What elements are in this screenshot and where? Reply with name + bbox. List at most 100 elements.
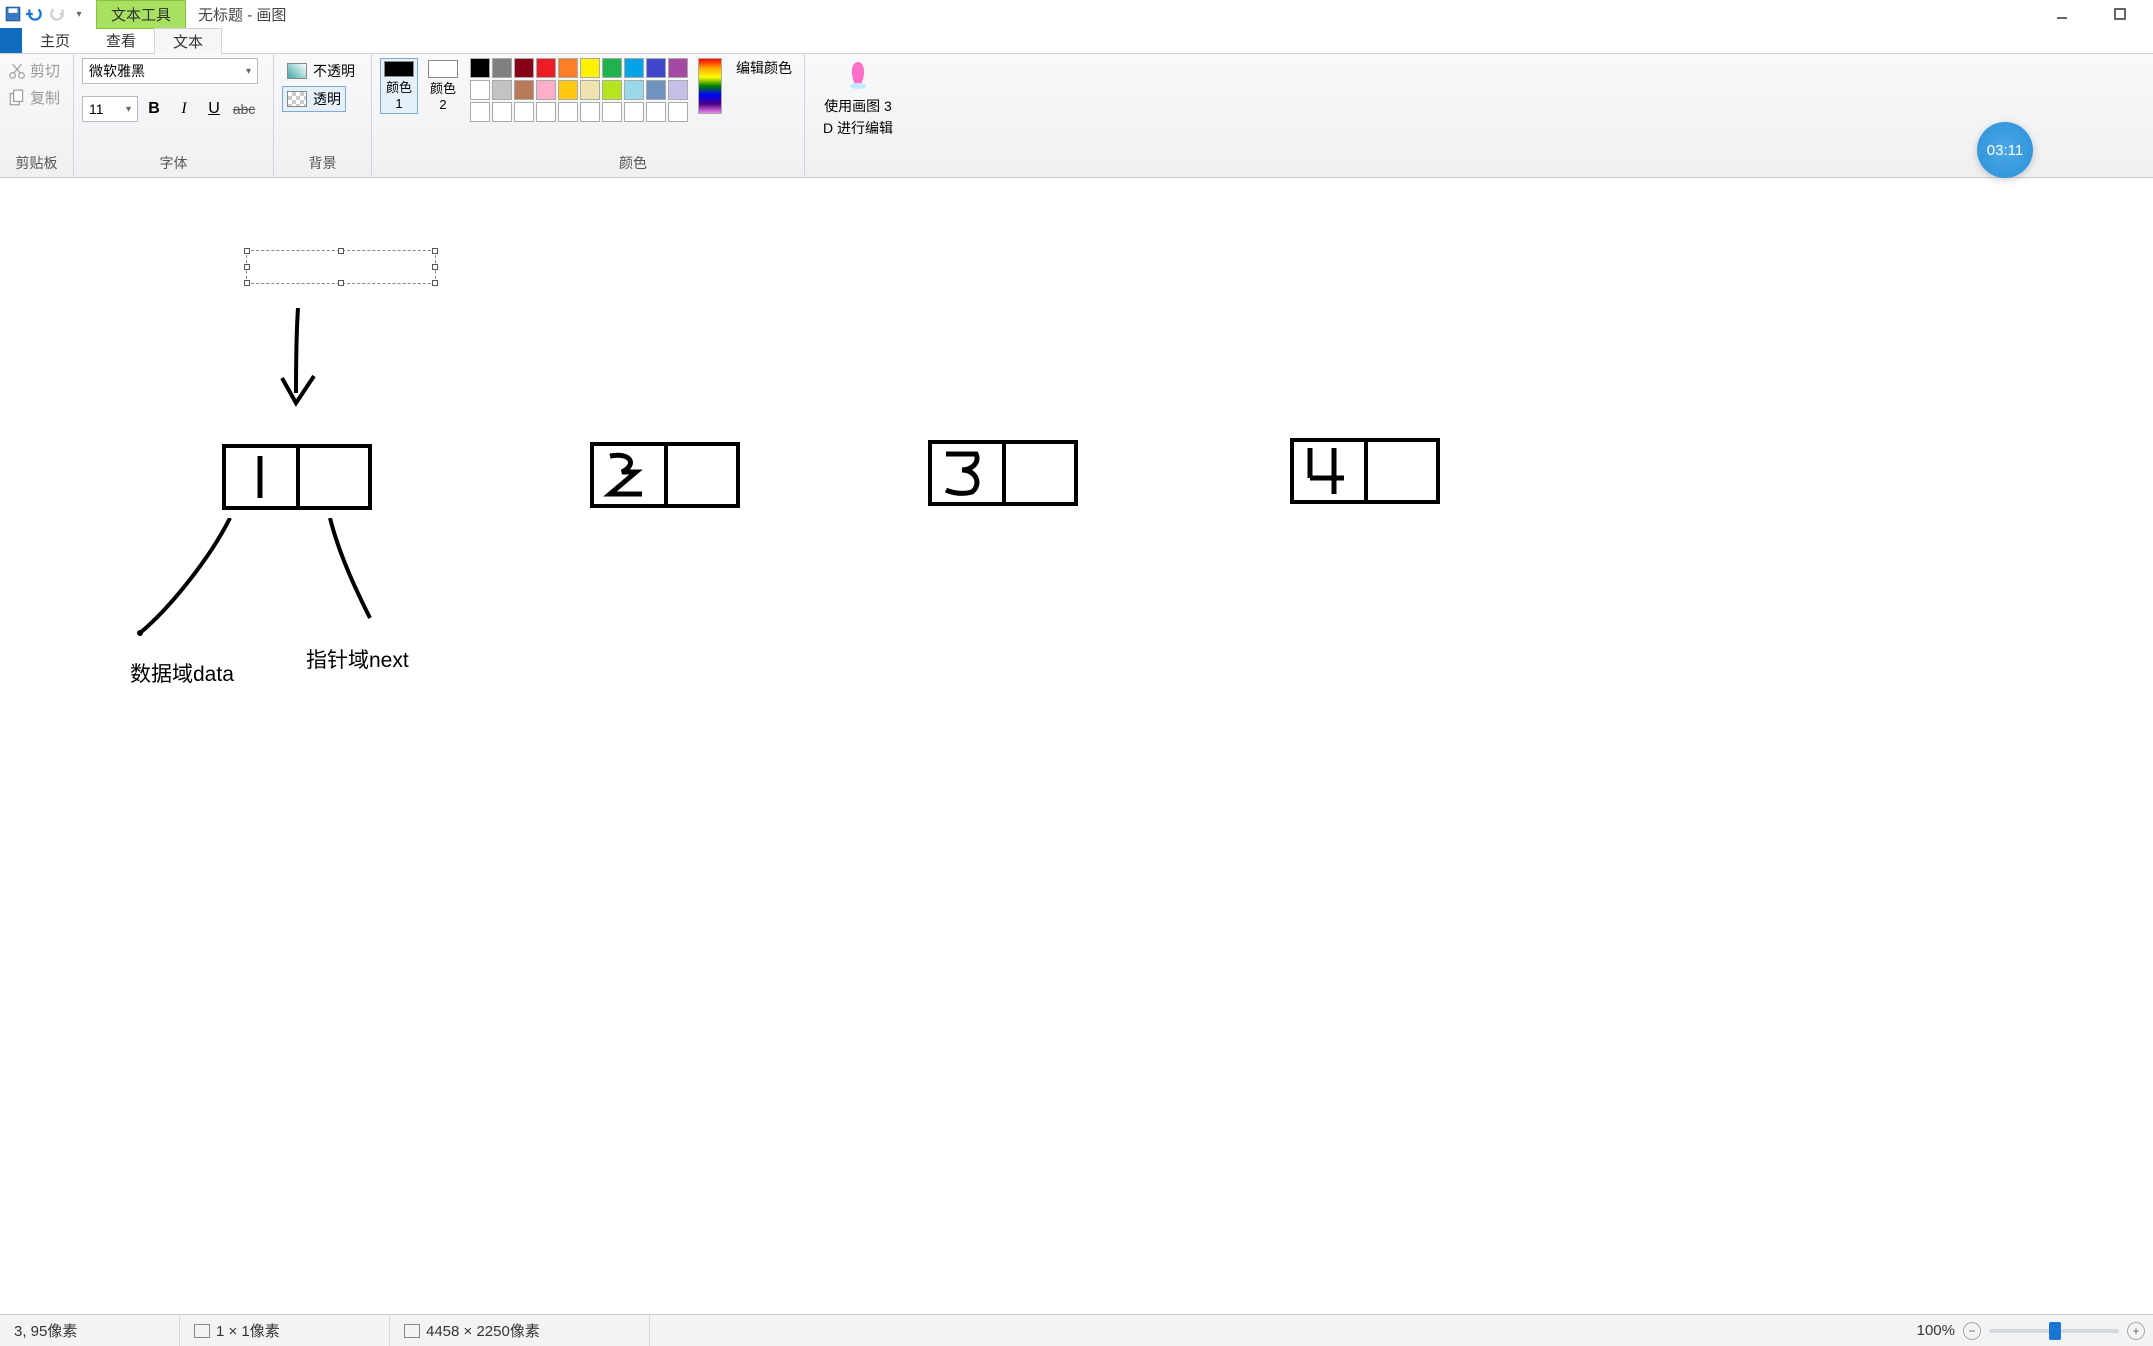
window-controls bbox=[2047, 0, 2153, 28]
palette-color[interactable] bbox=[470, 80, 490, 100]
linked-list-node-2 bbox=[590, 442, 740, 508]
strikethrough-button[interactable]: abc bbox=[230, 96, 258, 122]
tab-text[interactable]: 文本 bbox=[154, 28, 222, 54]
qat-customize-icon[interactable]: ▾ bbox=[70, 5, 88, 23]
group-colors-label: 颜色 bbox=[470, 151, 796, 175]
color-2-swatch bbox=[428, 60, 458, 78]
canvas-size-icon bbox=[404, 1324, 420, 1338]
palette-color[interactable] bbox=[624, 102, 644, 122]
palette-color[interactable] bbox=[646, 58, 666, 78]
rainbow-icon bbox=[698, 58, 722, 114]
palette-color[interactable] bbox=[514, 58, 534, 78]
minimize-button[interactable] bbox=[2047, 0, 2077, 28]
font-size-select[interactable]: 11 ▾ bbox=[82, 96, 138, 122]
zoom-out-button[interactable]: − bbox=[1963, 1322, 1981, 1340]
transparent-label: 透明 bbox=[313, 89, 341, 109]
node1-branch-right bbox=[320, 518, 400, 628]
color-2-button[interactable]: 颜色 2 bbox=[424, 58, 462, 114]
palette-color[interactable] bbox=[558, 80, 578, 100]
canvas-viewport[interactable]: 数据域data 指针域next bbox=[0, 178, 2153, 1314]
redo-icon[interactable] bbox=[48, 5, 66, 23]
palette-color[interactable] bbox=[492, 102, 512, 122]
palette-color[interactable] bbox=[602, 58, 622, 78]
tab-view[interactable]: 查看 bbox=[88, 27, 154, 53]
palette-color[interactable] bbox=[558, 58, 578, 78]
font-family-select[interactable]: 微软雅黑 ▾ bbox=[82, 58, 258, 84]
palette-color[interactable] bbox=[470, 58, 490, 78]
palette-color[interactable] bbox=[470, 102, 490, 122]
palette-color[interactable] bbox=[536, 80, 556, 100]
save-icon[interactable] bbox=[4, 5, 22, 23]
bold-button[interactable]: B bbox=[140, 96, 168, 122]
edit-colors-label: 编辑颜色 bbox=[736, 58, 792, 78]
group-font: 微软雅黑 ▾ 11 ▾ B I U abc 字体 bbox=[74, 54, 274, 177]
cut-button[interactable]: 剪切 bbox=[8, 58, 60, 83]
palette-color[interactable] bbox=[668, 102, 688, 122]
linked-list-node-3 bbox=[928, 440, 1078, 506]
linked-list-node-1 bbox=[222, 444, 372, 510]
palette-color[interactable] bbox=[580, 80, 600, 100]
window-title: 无标题 - 画图 bbox=[198, 4, 286, 25]
zoom-slider[interactable] bbox=[1989, 1329, 2119, 1333]
palette-color[interactable] bbox=[624, 58, 644, 78]
zoom-value: 100% bbox=[1917, 1322, 1955, 1339]
status-bar: 3, 95像素 1 × 1像素 4458 × 2250像素 100% − + bbox=[0, 1314, 2153, 1346]
opaque-label: 不透明 bbox=[313, 61, 355, 81]
group-color-pickers: 颜色 1 颜色 2 bbox=[372, 54, 462, 177]
chevron-down-icon: ▾ bbox=[246, 66, 251, 77]
palette-color[interactable] bbox=[624, 80, 644, 100]
palette-color[interactable] bbox=[558, 102, 578, 122]
underline-button[interactable]: U bbox=[200, 96, 228, 122]
italic-button[interactable]: I bbox=[170, 96, 198, 122]
opaque-icon bbox=[287, 63, 307, 79]
palette-color[interactable] bbox=[536, 102, 556, 122]
group-background: 不透明 透明 背景 bbox=[274, 54, 372, 177]
tab-home[interactable]: 主页 bbox=[22, 27, 88, 53]
palette-color[interactable] bbox=[492, 80, 512, 100]
chevron-down-icon: ▾ bbox=[126, 104, 131, 115]
file-tab-visible[interactable] bbox=[0, 27, 22, 53]
opaque-option[interactable]: 不透明 bbox=[282, 58, 360, 84]
palette-color[interactable] bbox=[668, 80, 688, 100]
ribbon: 剪切 复制 剪贴板 微软雅黑 ▾ 11 ▾ B I bbox=[0, 54, 2153, 178]
palette-color[interactable] bbox=[492, 58, 512, 78]
palette-color[interactable] bbox=[580, 58, 600, 78]
palette-color[interactable] bbox=[514, 102, 534, 122]
zoom-thumb[interactable] bbox=[2049, 1322, 2061, 1340]
color-1-button[interactable]: 颜色 1 bbox=[380, 58, 418, 114]
label-next-pointer: 指针域next bbox=[306, 644, 409, 674]
group-clipboard-label: 剪贴板 bbox=[8, 151, 65, 175]
node1-branch-left bbox=[130, 518, 250, 638]
group-paint3d: 使用画图 3 D 进行编辑 bbox=[805, 54, 911, 177]
paint3d-label-2: D 进行编辑 bbox=[823, 118, 893, 138]
ribbon-tabs: 文件 主页 查看 文本 bbox=[0, 28, 2153, 54]
copy-button[interactable]: 复制 bbox=[8, 85, 60, 110]
palette-color[interactable] bbox=[602, 80, 622, 100]
palette-color[interactable] bbox=[602, 102, 622, 122]
paint3d-button[interactable]: 使用画图 3 D 进行编辑 bbox=[813, 58, 903, 138]
text-selection-box[interactable] bbox=[246, 250, 436, 284]
palette-color[interactable] bbox=[668, 58, 688, 78]
edit-colors-button[interactable]: 编辑颜色 bbox=[732, 58, 796, 78]
palette-color[interactable] bbox=[580, 102, 600, 122]
palette-color[interactable] bbox=[536, 58, 556, 78]
title-section: 文本工具 无标题 - 画图 bbox=[96, 0, 286, 29]
arrow-down bbox=[270, 308, 330, 418]
quick-access-toolbar: ▾ bbox=[0, 5, 88, 23]
group-background-label: 背景 bbox=[282, 151, 363, 175]
palette-color[interactable] bbox=[514, 80, 534, 100]
status-selection-size: 1 × 1像素 bbox=[180, 1315, 390, 1346]
paint3d-icon bbox=[840, 58, 876, 94]
transparent-option[interactable]: 透明 bbox=[282, 86, 346, 112]
palette-color[interactable] bbox=[646, 80, 666, 100]
cut-label: 剪切 bbox=[30, 60, 60, 81]
timer-overlay: 03:11 bbox=[1977, 122, 2033, 178]
palette-color[interactable] bbox=[646, 102, 666, 122]
maximize-button[interactable] bbox=[2105, 0, 2135, 28]
undo-icon[interactable] bbox=[26, 5, 44, 23]
zoom-in-button[interactable]: + bbox=[2127, 1322, 2145, 1340]
copy-label: 复制 bbox=[30, 87, 60, 108]
color-1-label: 颜色 1 bbox=[383, 77, 415, 111]
zoom-control: 100% − + bbox=[1917, 1322, 2145, 1340]
status-canvas-size: 4458 × 2250像素 bbox=[390, 1315, 650, 1346]
